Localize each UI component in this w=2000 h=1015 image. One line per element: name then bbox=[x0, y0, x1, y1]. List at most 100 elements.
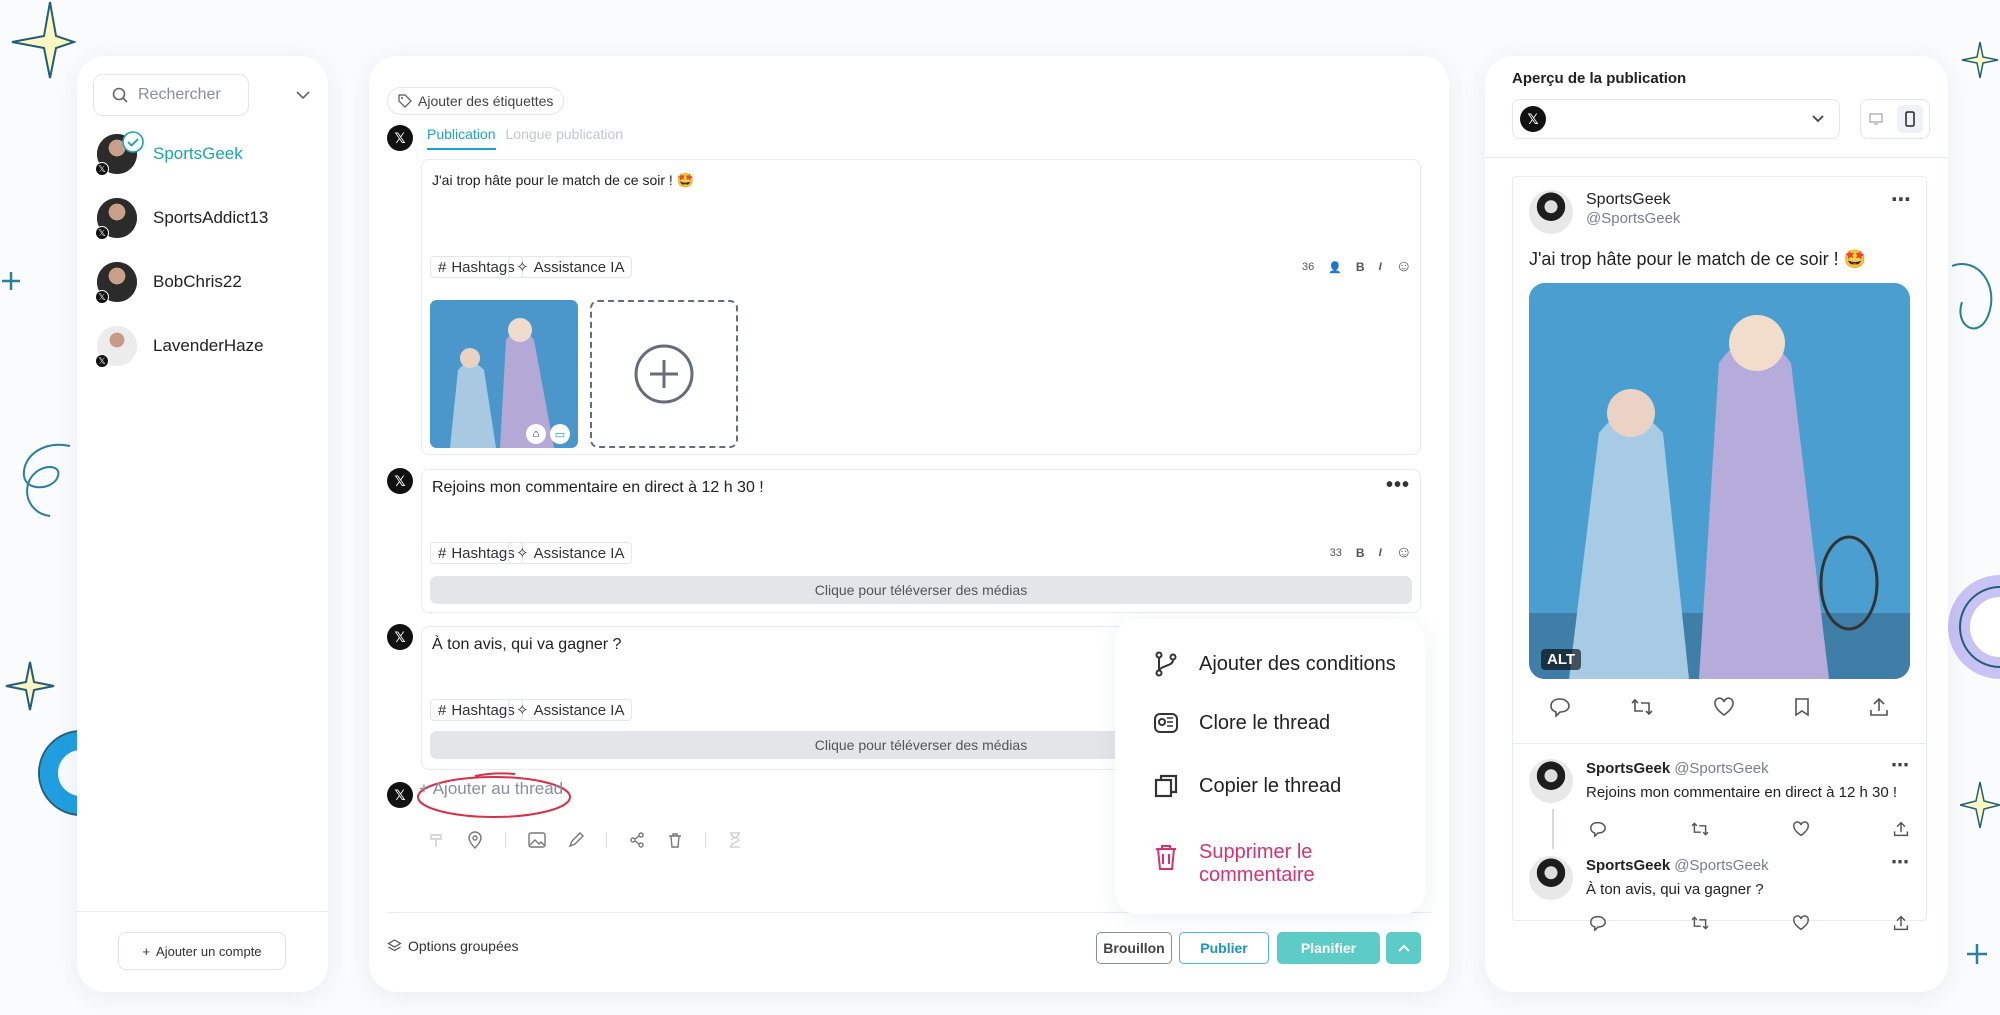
desktop-icon[interactable] bbox=[1868, 112, 1884, 126]
search-placeholder: Rechercher bbox=[138, 86, 221, 103]
chevron-up-icon bbox=[1397, 944, 1410, 952]
editor-tools: 36 👤 B I ☺ bbox=[1302, 258, 1412, 276]
ai-assist-button[interactable]: ✧ Assistance IA bbox=[508, 699, 633, 721]
add-account-label: Ajouter un compte bbox=[156, 943, 262, 959]
mobile-toggle[interactable] bbox=[1896, 105, 1923, 133]
post-text[interactable]: Rejoins mon commentaire en direct à 12 h… bbox=[432, 479, 764, 497]
account-item-bobchris22[interactable]: 𝕏 BobChris22 bbox=[95, 262, 242, 304]
chevron-down-icon[interactable] bbox=[295, 89, 311, 101]
add-account-button[interactable]: + Ajouter un compte bbox=[118, 932, 286, 970]
share-icon[interactable] bbox=[1893, 915, 1909, 931]
account-item-lavenderhaze[interactable]: 𝕏 LavenderHaze bbox=[95, 326, 264, 368]
account-name: SportsGeek bbox=[153, 144, 243, 163]
retweet-icon[interactable] bbox=[1630, 697, 1654, 717]
pencil-icon[interactable] bbox=[568, 832, 584, 848]
share-icon[interactable] bbox=[1869, 697, 1889, 717]
reply-icon[interactable] bbox=[1549, 697, 1571, 717]
sparkle-icon: ✧ bbox=[516, 259, 529, 276]
tab-publication[interactable]: Publication bbox=[427, 126, 496, 150]
schedule-button[interactable]: Planifier bbox=[1277, 932, 1380, 964]
heart-icon[interactable] bbox=[1792, 915, 1810, 931]
share-icon[interactable] bbox=[1893, 821, 1909, 837]
comment-icon[interactable]: ▭ bbox=[550, 424, 570, 444]
tab-long-publication[interactable]: Longue publication bbox=[506, 126, 624, 150]
image-icon[interactable] bbox=[528, 832, 546, 848]
preview-image[interactable]: ALT bbox=[1529, 283, 1910, 679]
more-options-icon[interactable]: ⋯ bbox=[1891, 755, 1909, 776]
reply-header: SportsGeek @SportsGeek bbox=[1586, 760, 1769, 777]
emoji-icon[interactable]: ☺ bbox=[1396, 258, 1412, 276]
tag-icon[interactable]: ⌂ bbox=[526, 424, 546, 444]
divider bbox=[705, 832, 706, 848]
reply-icon[interactable] bbox=[1589, 915, 1607, 931]
more-options-icon[interactable]: ⋯ bbox=[1891, 852, 1909, 873]
retweet-icon[interactable] bbox=[1690, 915, 1710, 931]
char-count: 33 bbox=[1329, 547, 1342, 559]
mention-icon[interactable]: 👤 bbox=[1328, 261, 1342, 274]
avatar: 𝕏 bbox=[95, 326, 137, 368]
retweet-icon[interactable] bbox=[1690, 821, 1710, 837]
mobile-icon bbox=[1904, 111, 1915, 127]
more-options-icon[interactable]: ••• bbox=[1386, 474, 1410, 497]
post-editor-1[interactable]: J'ai trop hâte pour le match de ce soir … bbox=[421, 159, 1421, 455]
sparkle-small-decoration bbox=[5, 661, 55, 711]
italic-button[interactable]: I bbox=[1379, 547, 1382, 559]
menu-item-copy-thread[interactable]: Copier le thread bbox=[1153, 773, 1341, 799]
post-editor-2[interactable]: Rejoins mon commentaire en direct à 12 h… bbox=[421, 469, 1421, 613]
grouped-options-button[interactable]: Options groupées bbox=[387, 938, 519, 954]
heart-icon[interactable] bbox=[1713, 697, 1735, 717]
reply-actions bbox=[1589, 915, 1909, 931]
location-pin-icon[interactable] bbox=[467, 831, 483, 849]
reply-header: SportsGeek @SportsGeek bbox=[1586, 857, 1769, 874]
media-thumbnail[interactable]: ⌂ ▭ bbox=[430, 300, 578, 448]
tag-icon bbox=[398, 94, 412, 108]
copy-icon bbox=[1154, 774, 1178, 798]
bold-button[interactable]: B bbox=[1356, 260, 1365, 274]
bookmark-icon[interactable] bbox=[1794, 697, 1810, 717]
bold-button[interactable]: B bbox=[1356, 546, 1365, 560]
heart-icon[interactable] bbox=[1792, 821, 1810, 837]
add-media-button[interactable] bbox=[590, 300, 738, 448]
x-logo-icon: 𝕏 bbox=[387, 782, 413, 808]
half-ring-decoration bbox=[1948, 575, 2000, 679]
hourglass-icon[interactable] bbox=[728, 832, 742, 848]
publish-button[interactable]: Publier bbox=[1179, 932, 1269, 964]
emoji-icon[interactable]: ☺ bbox=[1396, 544, 1412, 562]
ai-assist-button[interactable]: ✧ Assistance IA bbox=[508, 542, 633, 564]
more-options-icon[interactable]: ⋯ bbox=[1891, 187, 1911, 212]
menu-item-delete-comment[interactable]: Supprimer le commentaire bbox=[1153, 841, 1359, 887]
draft-button[interactable]: Brouillon bbox=[1096, 932, 1172, 964]
post-text[interactable]: J'ai trop hâte pour le match de ce soir … bbox=[432, 172, 694, 189]
editor-tools: 33 B I ☺ bbox=[1330, 544, 1412, 562]
account-item-sportsaddict13[interactable]: 𝕏 SportsAddict13 bbox=[95, 198, 268, 240]
search-box[interactable]: Rechercher bbox=[93, 74, 249, 116]
italic-button[interactable]: I bbox=[1379, 261, 1382, 273]
sparkle-decoration bbox=[11, 1, 76, 79]
paint-roller-icon[interactable] bbox=[429, 832, 445, 848]
schedule-options-button[interactable] bbox=[1386, 932, 1421, 964]
alt-badge[interactable]: ALT bbox=[1541, 649, 1582, 670]
sparkle-right2-decoration bbox=[1960, 781, 2000, 829]
layers-icon bbox=[387, 938, 402, 951]
reply-icon[interactable] bbox=[1589, 821, 1607, 837]
avatar bbox=[1529, 190, 1573, 234]
hashtags-label: Hashtags bbox=[451, 258, 515, 276]
trash-icon[interactable] bbox=[667, 832, 683, 848]
tweet-actions bbox=[1549, 697, 1889, 717]
x-logo-icon: 𝕏 bbox=[95, 162, 109, 176]
ai-assist-button[interactable]: ✧ Assistance IA bbox=[508, 256, 633, 278]
post-text[interactable]: À ton avis, qui va gagner ? bbox=[432, 636, 621, 654]
upload-media-button[interactable]: Clique pour téléverser des médias bbox=[430, 576, 1412, 604]
reply-text: Rejoins mon commentaire en direct à 12 h… bbox=[1586, 784, 1897, 801]
network-select[interactable]: 𝕏 bbox=[1512, 99, 1840, 139]
account-name: BobChris22 bbox=[153, 272, 242, 291]
ai-assist-label: Assistance IA bbox=[533, 258, 625, 276]
add-tags-button[interactable]: Ajouter des étiquettes bbox=[387, 87, 565, 115]
account-item-sportsgeek[interactable]: 𝕏 SportsGeek bbox=[95, 131, 243, 176]
share-icon[interactable] bbox=[629, 832, 645, 848]
add-to-thread-button[interactable]: + Ajouter au thread bbox=[419, 779, 563, 799]
menu-item-close-thread[interactable]: Clore le thread bbox=[1153, 710, 1330, 736]
menu-item-add-conditions[interactable]: Ajouter des conditions bbox=[1153, 651, 1396, 677]
ai-assist-label: Assistance IA bbox=[533, 544, 625, 562]
post-type-tabs: Publication Longue publication bbox=[427, 126, 623, 150]
